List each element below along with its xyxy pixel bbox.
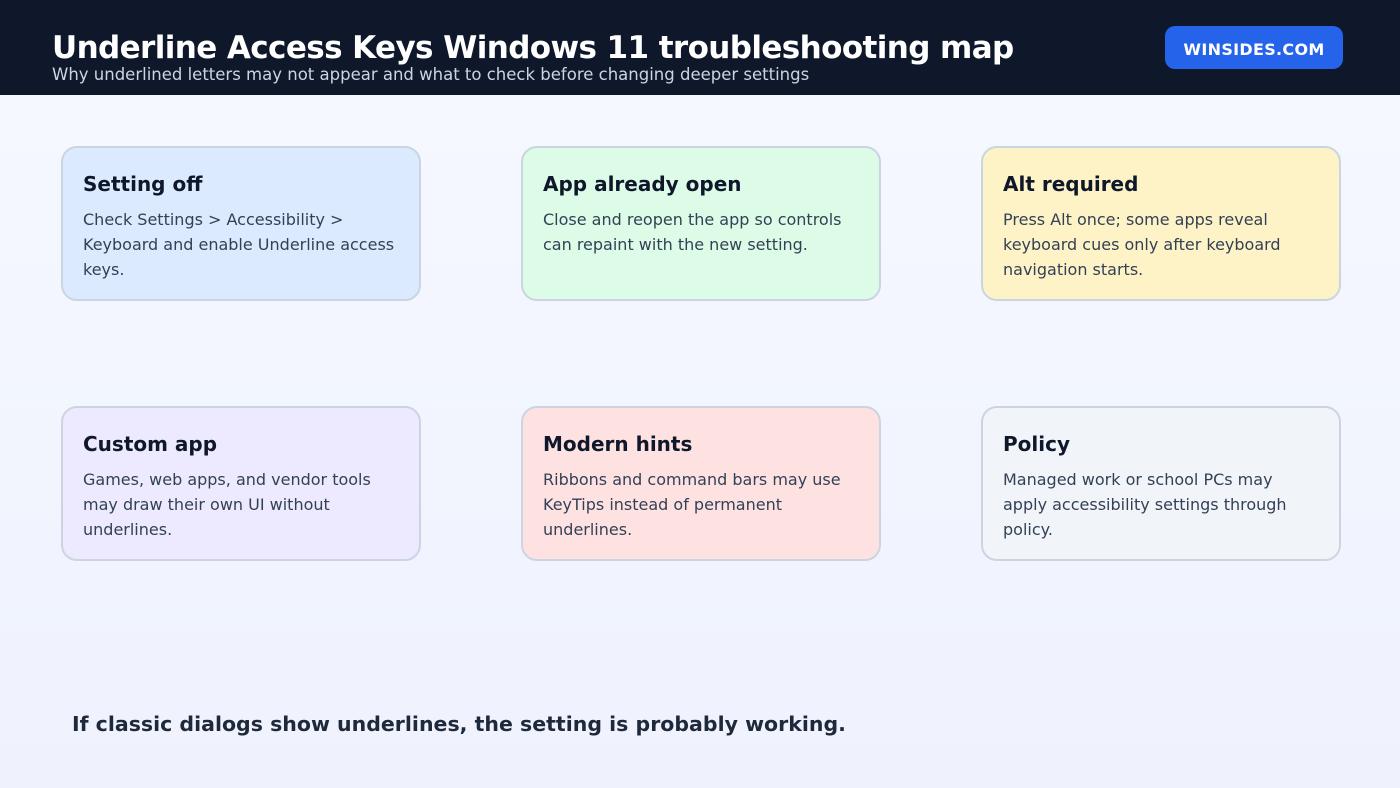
page-title: Underline Access Keys Windows 11 trouble… bbox=[52, 30, 1014, 66]
card-custom-app: Custom app Games, web apps, and vendor t… bbox=[61, 406, 421, 561]
card-body: Press Alt once; some apps reveal keyboar… bbox=[1003, 210, 1281, 279]
card-body: Ribbons and command bars may use KeyTips… bbox=[543, 470, 841, 539]
card-body: Close and reopen the app so controls can… bbox=[543, 210, 842, 254]
card-title: Setting off bbox=[83, 172, 203, 196]
card-alt-required: Alt required Press Alt once; some apps r… bbox=[981, 146, 1341, 301]
page-subtitle: Why underlined letters may not appear an… bbox=[52, 65, 810, 84]
card-setting-off: Setting off Check Settings > Accessibili… bbox=[61, 146, 421, 301]
brand-badge-link[interactable]: WINSIDES.COM bbox=[1165, 26, 1343, 69]
card-policy: Policy Managed work or school PCs may ap… bbox=[981, 406, 1341, 561]
card-title: Modern hints bbox=[543, 432, 693, 456]
card-body: Games, web apps, and vendor tools may dr… bbox=[83, 470, 371, 539]
footer-note: If classic dialogs show underlines, the … bbox=[72, 712, 846, 736]
card-body: Check Settings > Accessibility > Keyboar… bbox=[83, 210, 395, 279]
card-title: Policy bbox=[1003, 432, 1071, 456]
card-title: Custom app bbox=[83, 432, 218, 456]
card-title: Alt required bbox=[1003, 172, 1139, 196]
card-body: Managed work or school PCs may apply acc… bbox=[1003, 470, 1287, 539]
card-app-already-open: App already open Close and reopen the ap… bbox=[521, 146, 881, 301]
header-bar: Underline Access Keys Windows 11 trouble… bbox=[0, 0, 1400, 95]
card-modern-hints: Modern hints Ribbons and command bars ma… bbox=[521, 406, 881, 561]
card-title: App already open bbox=[543, 172, 742, 196]
